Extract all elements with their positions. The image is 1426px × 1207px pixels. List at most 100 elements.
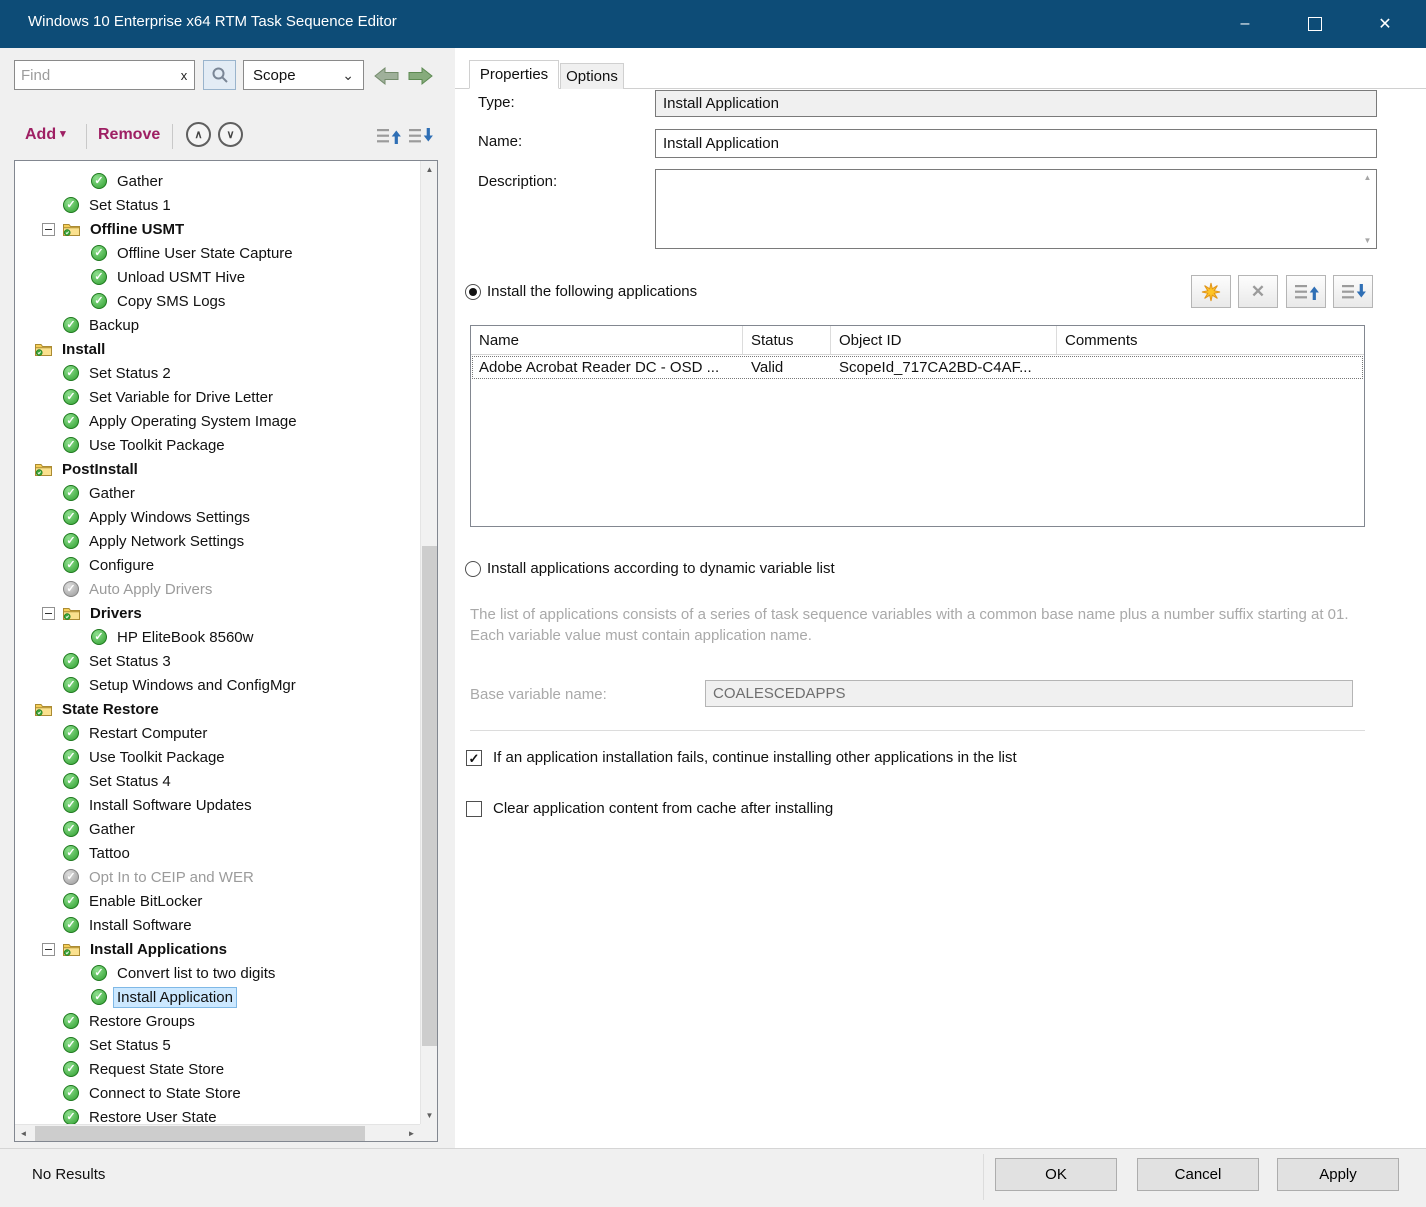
maximize-button[interactable] — [1280, 0, 1350, 48]
tree-item-unload-usmt-hive[interactable]: ✓Unload USMT Hive — [15, 265, 420, 289]
tree-item-install[interactable]: Install — [15, 337, 420, 361]
tree-item-set-status-2[interactable]: ✓Set Status 2 — [15, 361, 420, 385]
vertical-scrollbar-thumb[interactable] — [422, 546, 437, 1046]
collapse-all-button[interactable]: ∧ — [186, 122, 211, 147]
tree-item-use-toolkit-package[interactable]: ✓Use Toolkit Package — [15, 433, 420, 457]
search-button[interactable] — [203, 60, 236, 90]
tree-item-set-status-3[interactable]: ✓Set Status 3 — [15, 649, 420, 673]
application-cell: Adobe Acrobat Reader DC - OSD ... — [471, 359, 743, 376]
checkbox-continue-on-fail[interactable]: ✓ — [466, 750, 482, 766]
tab-properties[interactable]: Properties — [469, 60, 559, 89]
vertical-scrollbar[interactable]: ▲ ▼ — [420, 161, 437, 1124]
tree-item-restore-groups[interactable]: ✓Restore Groups — [15, 1009, 420, 1033]
tree-item-set-variable-for-drive-letter[interactable]: ✓Set Variable for Drive Letter — [15, 385, 420, 409]
tree-item-convert-list-to-two-digits[interactable]: ✓Convert list to two digits — [15, 961, 420, 985]
tree-item-label: Install Application — [114, 988, 236, 1007]
tree-item-connect-to-state-store[interactable]: ✓Connect to State Store — [15, 1081, 420, 1105]
step-check-icon: ✓ — [91, 293, 107, 309]
application-row[interactable]: Adobe Acrobat Reader DC - OSD ...ValidSc… — [471, 355, 1364, 380]
move-application-down-button[interactable] — [1333, 275, 1373, 308]
tree-item-label: Opt In to CEIP and WER — [86, 868, 257, 887]
description-scrollbar[interactable]: ▲ ▼ — [1359, 170, 1376, 248]
tree-item-drivers[interactable]: Drivers — [15, 601, 420, 625]
scope-combobox[interactable]: Scope ⌄ — [243, 60, 364, 90]
scroll-up-button[interactable]: ▲ — [421, 161, 438, 178]
tree-item-install-application[interactable]: ✓Install Application — [15, 985, 420, 1009]
tree-item-gather[interactable]: ✓Gather — [15, 481, 420, 505]
tree-item-set-status-5[interactable]: ✓Set Status 5 — [15, 1033, 420, 1057]
find-next-button[interactable] — [404, 62, 436, 89]
column-header-object-id[interactable]: Object ID — [831, 326, 1057, 354]
tree-item-hp-elitebook-8560w[interactable]: ✓HP EliteBook 8560w — [15, 625, 420, 649]
tree-item-auto-apply-drivers[interactable]: ✓Auto Apply Drivers — [15, 577, 420, 601]
description-field[interactable]: ▲ ▼ — [655, 169, 1377, 249]
find-input[interactable] — [15, 67, 174, 84]
name-field[interactable] — [655, 129, 1377, 158]
tree-item-label: Install — [59, 340, 108, 359]
cancel-button[interactable]: Cancel — [1137, 1158, 1259, 1191]
tree-item-restore-user-state[interactable]: ✓Restore User State — [15, 1105, 420, 1124]
apply-button[interactable]: Apply — [1277, 1158, 1399, 1191]
tree-item-set-status-1[interactable]: ✓Set Status 1 — [15, 193, 420, 217]
ok-button[interactable]: OK — [995, 1158, 1117, 1191]
tree-item-backup[interactable]: ✓Backup — [15, 313, 420, 337]
tree-item-gather[interactable]: ✓Gather — [15, 817, 420, 841]
delete-application-button[interactable]: ✕ — [1238, 275, 1278, 308]
column-header-name[interactable]: Name — [471, 326, 743, 354]
horizontal-scrollbar-thumb[interactable] — [35, 1126, 365, 1141]
collapse-expander-icon[interactable] — [42, 223, 55, 236]
horizontal-scrollbar[interactable]: ◄ ► — [15, 1124, 420, 1141]
tab-options[interactable]: Options — [560, 63, 624, 89]
find-previous-button[interactable] — [370, 62, 402, 89]
tree-item-copy-sms-logs[interactable]: ✓Copy SMS Logs — [15, 289, 420, 313]
tree-item-postinstall[interactable]: PostInstall — [15, 457, 420, 481]
move-step-down-button[interactable] — [406, 124, 434, 148]
tab-strip: Properties Options — [455, 60, 1426, 89]
tree-item-install-applications[interactable]: Install Applications — [15, 937, 420, 961]
remove-button[interactable]: Remove — [98, 126, 160, 144]
tree-item-state-restore[interactable]: State Restore — [15, 697, 420, 721]
task-sequence-editor-window: Windows 10 Enterprise x64 RTM Task Seque… — [0, 0, 1426, 1207]
tree-item-install-software-updates[interactable]: ✓Install Software Updates — [15, 793, 420, 817]
expand-all-button[interactable]: ∨ — [218, 122, 243, 147]
scroll-down-button[interactable]: ▼ — [421, 1107, 438, 1124]
scroll-right-button[interactable]: ► — [403, 1125, 420, 1142]
move-step-up-button[interactable] — [374, 124, 402, 148]
tree-item-apply-network-settings[interactable]: ✓Apply Network Settings — [15, 529, 420, 553]
checkbox-clear-cache[interactable] — [466, 801, 482, 817]
tree-item-label: Gather — [114, 172, 166, 191]
tree-item-enable-bitlocker[interactable]: ✓Enable BitLocker — [15, 889, 420, 913]
close-button[interactable]: ✕ — [1350, 0, 1420, 48]
type-field — [655, 90, 1377, 117]
scroll-left-button[interactable]: ◄ — [15, 1125, 32, 1142]
step-check-icon: ✓ — [91, 269, 107, 285]
tree-item-request-state-store[interactable]: ✓Request State Store — [15, 1057, 420, 1081]
collapse-expander-icon[interactable] — [42, 943, 55, 956]
new-application-button[interactable] — [1191, 275, 1231, 308]
tree-item-offline-usmt[interactable]: Offline USMT — [15, 217, 420, 241]
tree-item-use-toolkit-package[interactable]: ✓Use Toolkit Package — [15, 745, 420, 769]
tree-item-apply-windows-settings[interactable]: ✓Apply Windows Settings — [15, 505, 420, 529]
collapse-expander-icon[interactable] — [42, 607, 55, 620]
tree-item-install-software[interactable]: ✓Install Software — [15, 913, 420, 937]
step-check-icon: ✓ — [63, 1109, 79, 1124]
tree-item-set-status-4[interactable]: ✓Set Status 4 — [15, 769, 420, 793]
tree-item-configure[interactable]: ✓Configure — [15, 553, 420, 577]
tree-item-restart-computer[interactable]: ✓Restart Computer — [15, 721, 420, 745]
tree-item-offline-user-state-capture[interactable]: ✓Offline User State Capture — [15, 241, 420, 265]
radio-dynamic-list[interactable] — [465, 561, 481, 577]
tree-item-opt-in-to-ceip-and-wer[interactable]: ✓Opt In to CEIP and WER — [15, 865, 420, 889]
tree-item-setup-windows-and-configmgr[interactable]: ✓Setup Windows and ConfigMgr — [15, 673, 420, 697]
tree-item-apply-operating-system-image[interactable]: ✓Apply Operating System Image — [15, 409, 420, 433]
step-check-icon: ✓ — [91, 965, 107, 981]
column-header-status[interactable]: Status — [743, 326, 831, 354]
column-header-comments[interactable]: Comments — [1057, 326, 1364, 354]
minimize-button[interactable]: – — [1210, 0, 1280, 48]
tree-item-gather[interactable]: ✓Gather — [15, 169, 420, 193]
step-check-icon: ✓ — [63, 389, 79, 405]
add-button[interactable]: Add▾ — [25, 126, 66, 144]
find-clear-button[interactable]: x — [174, 68, 194, 83]
radio-install-following[interactable] — [465, 284, 481, 300]
move-application-up-button[interactable] — [1286, 275, 1326, 308]
tree-item-tattoo[interactable]: ✓Tattoo — [15, 841, 420, 865]
